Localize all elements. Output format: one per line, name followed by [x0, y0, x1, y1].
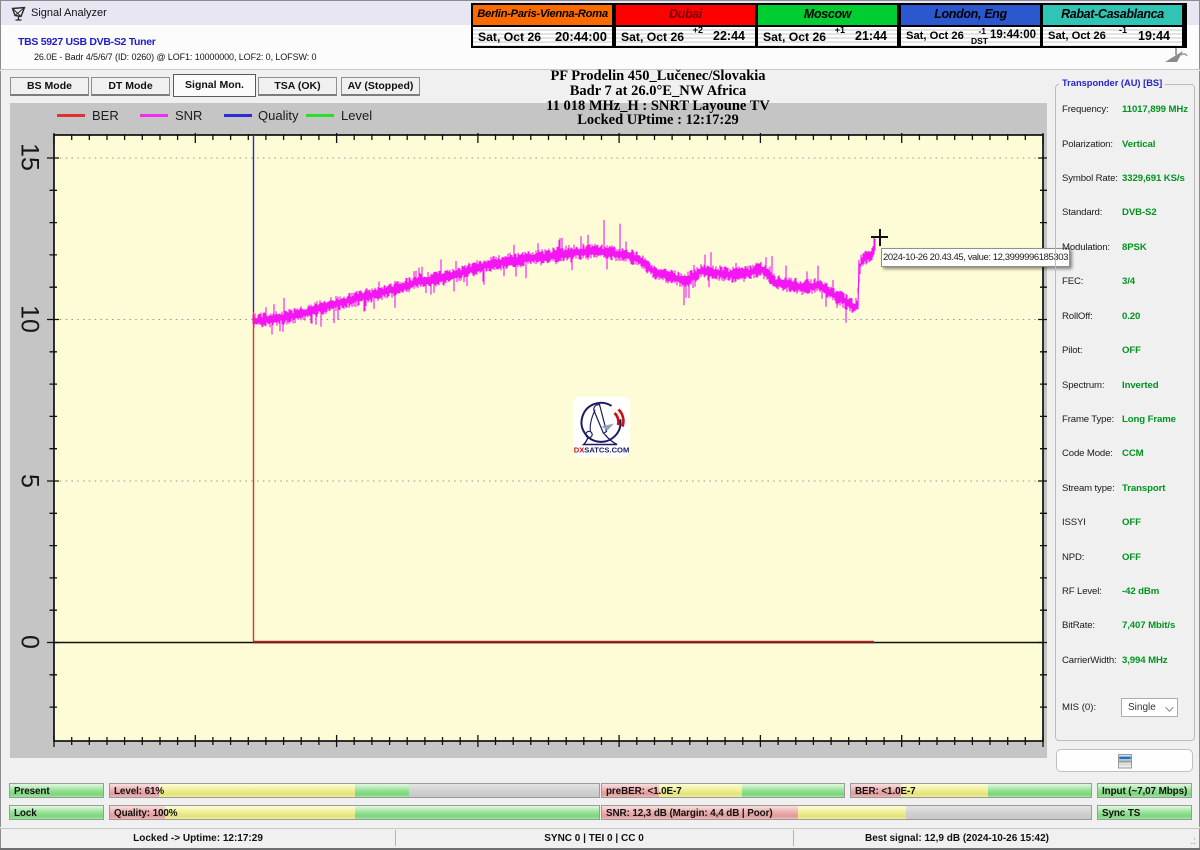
svg-text:DXSATCS.COM: DXSATCS.COM: [574, 446, 630, 455]
